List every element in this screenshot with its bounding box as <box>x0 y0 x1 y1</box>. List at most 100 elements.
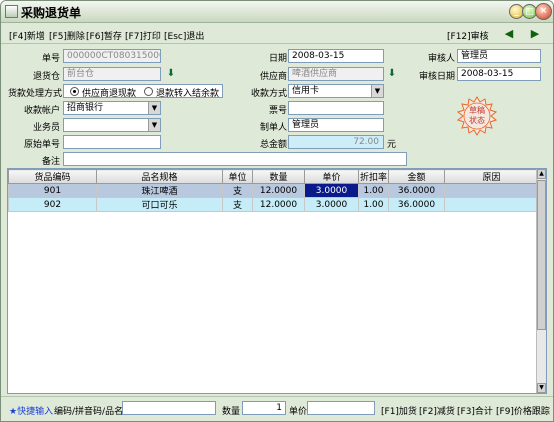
total-field: 72.00 <box>288 135 384 149</box>
account-select[interactable]: 招商银行 ▼ <box>63 101 161 115</box>
price-input[interactable] <box>307 401 375 415</box>
supplier-field[interactable]: 啤酒供应商 <box>288 67 384 81</box>
close-icon: × <box>539 6 548 16</box>
qty-input[interactable]: 1 <box>242 401 286 415</box>
cell-code[interactable]: 902 <box>8 197 97 212</box>
print-button[interactable]: [F7]打印 <box>125 29 161 42</box>
warehouse-field[interactable]: 前台仓 <box>63 67 161 81</box>
col-header-reason[interactable]: 原因 <box>444 169 539 184</box>
cell-discount[interactable]: 1.00 <box>358 183 389 198</box>
cell-reason[interactable] <box>444 183 539 198</box>
maker-label: 制单人 <box>259 123 287 133</box>
date-field[interactable]: 2008-03-15 <box>288 49 384 63</box>
exit-button[interactable]: [Esc]退出 <box>164 29 204 42</box>
salesman-select[interactable]: ▼ <box>63 118 161 132</box>
scroll-up-icon[interactable]: ▲ <box>537 169 546 179</box>
hold-button[interactable]: [F6]暂存 <box>86 29 122 42</box>
warehouse-label: 退货仓 <box>32 72 60 82</box>
supplier-lookup-icon[interactable]: ⬇ <box>387 69 397 79</box>
close-button[interactable]: × <box>535 3 552 20</box>
chevron-down-icon[interactable]: ▼ <box>371 85 383 97</box>
stamp-line1: 草稿 <box>469 105 485 115</box>
total-label: 总金额 <box>259 140 287 150</box>
total-button[interactable]: [F3]合计 <box>457 404 493 417</box>
col-header-code[interactable]: 货品编码 <box>8 169 97 184</box>
toolbar: [F4]新增 [F5]删除 [F6]暂存 [F7]打印 [Esc]退出 [F12… <box>1 24 553 44</box>
new-button[interactable]: [F4]新增 <box>9 29 45 42</box>
price-track-button[interactable]: [F9]价格跟踪 <box>496 404 550 417</box>
account-value: 招商银行 <box>67 103 104 113</box>
refund-opt1-label: 供应商退现款 <box>82 89 137 99</box>
delete-button[interactable]: [F5]删除 <box>49 29 85 42</box>
quick-input-bar: ★快捷输入 编码/拼音码/品名 数量 1 单价 [F1]加货 [F2]减货 [F… <box>1 396 553 421</box>
doc-no-label: 单号 <box>41 54 60 64</box>
scroll-thumb[interactable] <box>537 180 546 330</box>
add-goods-button[interactable]: [F1]加货 <box>381 404 417 417</box>
price-label: 单价 <box>289 407 308 417</box>
scroll-down-icon[interactable]: ▼ <box>537 383 546 393</box>
total-unit: 元 <box>387 140 397 150</box>
app-icon <box>5 5 18 18</box>
items-table: 货品编码 品名规格 单位 数量 单价 折扣率 金额 原因 901 珠江啤酒 支 … <box>8 169 539 212</box>
ticket-no-field[interactable] <box>288 101 384 115</box>
review-date-field: 2008-03-15 <box>457 67 541 81</box>
date-label: 日期 <box>268 54 287 64</box>
review-date-label: 审核日期 <box>419 72 456 82</box>
cell-unit[interactable]: 支 <box>222 183 253 198</box>
cell-price[interactable]: 3.0000 <box>304 183 359 198</box>
title-bar: 采购退货单 _ □ × <box>1 1 553 23</box>
col-header-qty[interactable]: 数量 <box>252 169 305 184</box>
cell-discount[interactable]: 1.00 <box>358 197 389 212</box>
cell-qty[interactable]: 12.0000 <box>252 183 305 198</box>
table-row[interactable]: 901 珠江啤酒 支 12.0000 3.0000 1.00 36.0000 <box>8 183 539 198</box>
salesman-label: 业务员 <box>32 123 60 133</box>
purchase-return-window: 采购退货单 _ □ × [F4]新增 [F5]删除 [F6]暂存 [F7]打印 … <box>0 0 554 422</box>
chevron-down-icon[interactable]: ▼ <box>148 102 160 114</box>
account-label: 收款帐户 <box>23 106 60 116</box>
payment-method-label: 收款方式 <box>251 89 288 99</box>
reviewer-field: 管理员 <box>457 49 541 63</box>
warehouse-lookup-icon[interactable]: ⬇ <box>166 69 176 79</box>
reviewer-label: 审核人 <box>427 54 455 64</box>
cell-amount[interactable]: 36.0000 <box>388 197 445 212</box>
cell-qty[interactable]: 12.0000 <box>252 197 305 212</box>
col-header-discount[interactable]: 折扣率 <box>358 169 389 184</box>
draft-status-stamp: 草稿 状态 <box>457 96 497 136</box>
cell-reason[interactable] <box>444 197 539 212</box>
qty-label: 数量 <box>222 407 241 417</box>
ticket-no-label: 票号 <box>268 106 287 116</box>
refund-method-group: 供应商退现款 退款转入结余款 <box>63 84 223 99</box>
chevron-down-icon[interactable]: ▼ <box>148 119 160 131</box>
review-button[interactable]: [F12]审核 <box>447 29 489 42</box>
refund-method-label: 货款处理方式 <box>8 89 63 99</box>
code-label: 编码/拼音码/品名 <box>54 407 124 417</box>
items-grid: 货品编码 品名规格 单位 数量 单价 折扣率 金额 原因 901 珠江啤酒 支 … <box>7 168 547 394</box>
orig-no-field[interactable] <box>63 135 161 149</box>
quick-input-label: ★快捷输入 <box>9 407 54 417</box>
table-row[interactable]: 902 可口可乐 支 12.0000 3.0000 1.00 36.0000 <box>8 197 539 212</box>
payment-method-value: 信用卡 <box>292 86 320 96</box>
doc-no-field: 000000CT0803150002 <box>63 49 161 63</box>
arrow-left-icon[interactable]: ◀ <box>503 28 515 39</box>
cell-price[interactable]: 3.0000 <box>304 197 359 212</box>
col-header-price[interactable]: 单价 <box>304 169 359 184</box>
col-header-unit[interactable]: 单位 <box>222 169 253 184</box>
remark-label: 备注 <box>41 157 60 167</box>
refund-opt2-label: 退款转入结余款 <box>156 89 220 99</box>
payment-method-select[interactable]: 信用卡 ▼ <box>288 84 384 98</box>
code-input[interactable] <box>122 401 216 415</box>
arrow-right-icon[interactable]: ▶ <box>529 28 541 39</box>
remark-field[interactable] <box>63 152 407 166</box>
remove-goods-button[interactable]: [F2]减货 <box>419 404 455 417</box>
header-form: 单号 000000CT0803150002 日期 2008-03-15 审核人 … <box>1 45 553 167</box>
cell-name[interactable]: 可口可乐 <box>96 197 223 212</box>
col-header-name[interactable]: 品名规格 <box>96 169 223 184</box>
orig-no-label: 原始单号 <box>23 140 60 150</box>
vertical-scrollbar[interactable]: ▲ ▼ <box>536 169 546 393</box>
cell-amount[interactable]: 36.0000 <box>388 183 445 198</box>
stamp-line2: 状态 <box>469 115 485 125</box>
cell-unit[interactable]: 支 <box>222 197 253 212</box>
cell-code[interactable]: 901 <box>8 183 97 198</box>
col-header-amount[interactable]: 金额 <box>388 169 445 184</box>
cell-name[interactable]: 珠江啤酒 <box>96 183 223 198</box>
